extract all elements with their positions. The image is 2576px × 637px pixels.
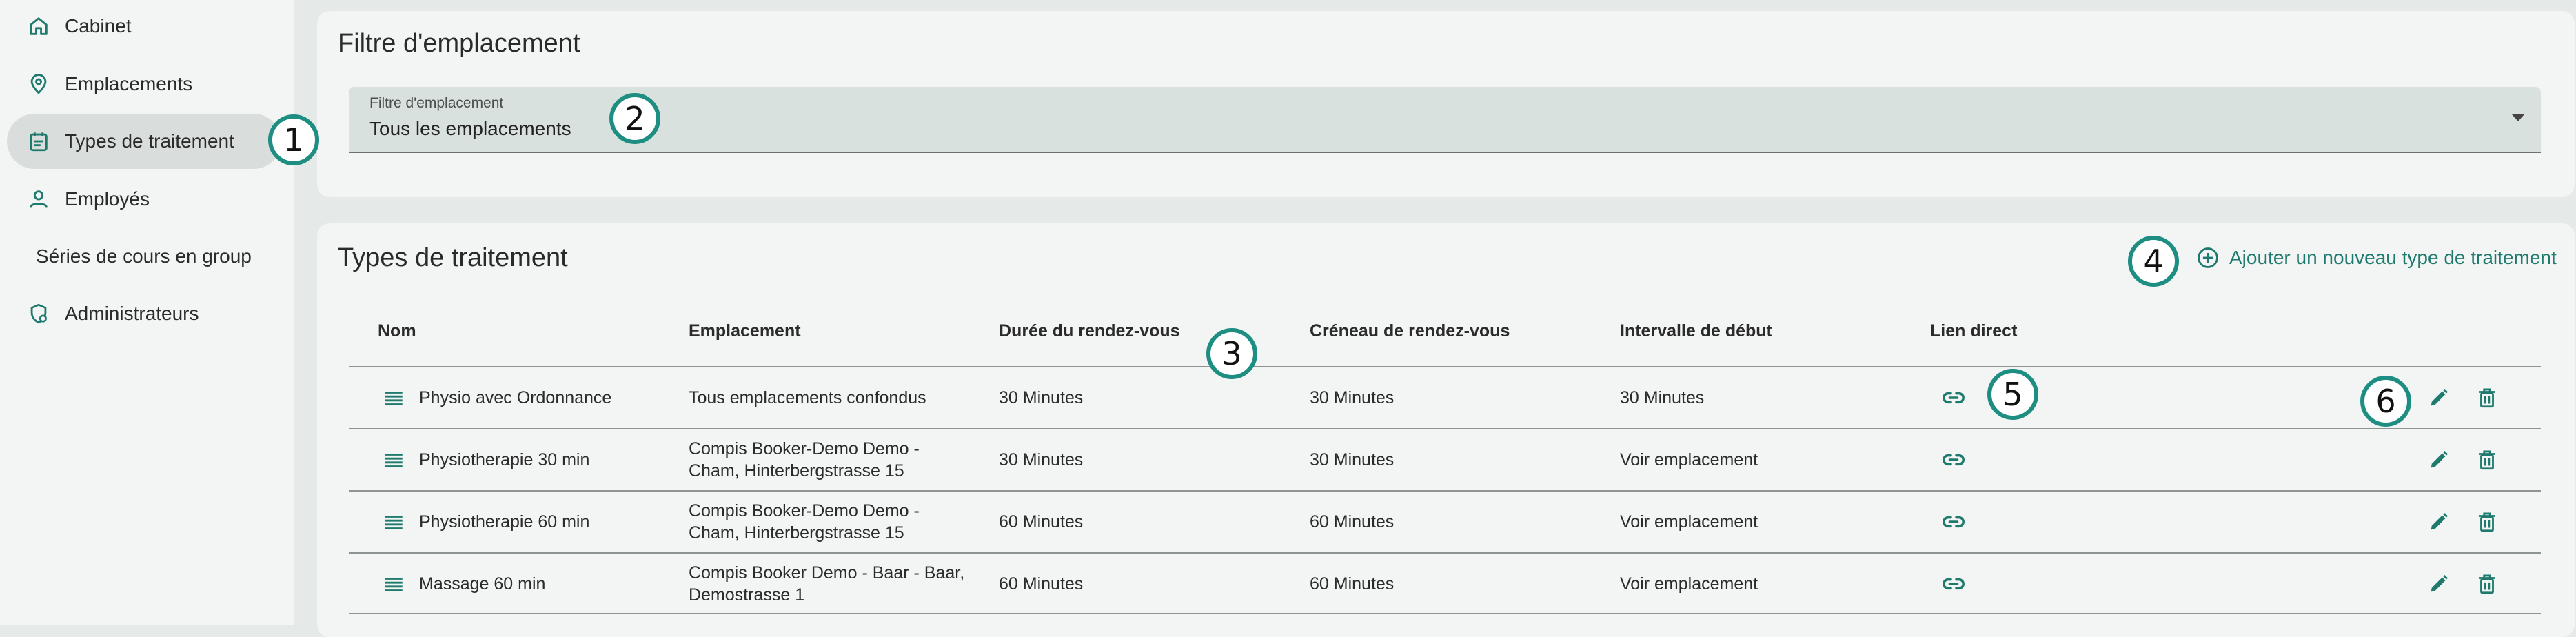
column-header-creneau: Créneau de rendez-vous xyxy=(1310,321,1510,341)
plus-circle-icon xyxy=(2196,246,2220,270)
home-icon xyxy=(26,14,51,39)
treatment-types-title: Types de traitement xyxy=(338,243,568,272)
cell-duration: 60 Minutes xyxy=(999,574,1084,594)
annotation-badge-2: 2 xyxy=(609,93,660,144)
select-label: Filtre d'emplacement xyxy=(369,95,504,111)
sidebar-item-types-de-traitement[interactable]: Types de traitement xyxy=(7,114,281,169)
location-filter-select[interactable]: Filtre d'emplacement Tous les emplacemen… xyxy=(349,87,2541,153)
table-row: Physiotherapie 30 min Compis Booker-Demo… xyxy=(349,428,2541,490)
drag-handle-icon[interactable] xyxy=(382,511,405,534)
link-icon[interactable] xyxy=(1940,508,1967,536)
edit-icon[interactable] xyxy=(2425,446,2453,474)
cell-interval: 30 Minutes xyxy=(1620,388,1705,407)
dropdown-arrow-icon xyxy=(2512,114,2524,121)
filter-card-title: Filtre d'emplacement xyxy=(338,29,580,58)
cell-name: Physiotherapie 60 min xyxy=(419,512,590,532)
cell-duration: 30 Minutes xyxy=(999,388,1084,407)
cell-location: Tous emplacements confondus xyxy=(689,388,926,407)
annotation-badge-5: 5 xyxy=(1987,369,2038,420)
edit-icon[interactable] xyxy=(2425,384,2453,412)
sidebar: Cabinet Emplacements Types de traitement… xyxy=(0,0,294,625)
annotation-badge-3: 3 xyxy=(1206,328,1257,379)
edit-icon[interactable] xyxy=(2425,570,2453,598)
annotation-badge-6: 6 xyxy=(2360,376,2411,427)
drag-handle-icon[interactable] xyxy=(382,387,405,410)
column-header-lien-direct: Lien direct xyxy=(1930,321,2018,341)
sidebar-item-label: Employés xyxy=(65,188,150,210)
cell-location: Compis Booker Demo - Baar - Baar, Demost… xyxy=(689,563,965,605)
table-row: Physio avec Ordonnance Tous emplacements… xyxy=(349,366,2541,428)
delete-icon[interactable] xyxy=(2473,508,2501,536)
cell-name: Physiotherapie 30 min xyxy=(419,450,590,469)
drag-handle-icon[interactable] xyxy=(382,449,405,472)
annotation-badge-1: 1 xyxy=(268,114,319,165)
table-row: Massage 60 min Compis Booker Demo - Baar… xyxy=(349,552,2541,614)
sidebar-item-administrateurs[interactable]: Administrateurs xyxy=(7,286,281,341)
column-header-duree: Durée du rendez-vous xyxy=(999,321,1180,341)
cell-duration: 60 Minutes xyxy=(999,512,1084,532)
sidebar-item-employes[interactable]: Employés xyxy=(7,172,281,227)
sidebar-item-emplacements[interactable]: Emplacements xyxy=(7,57,281,112)
cell-slot: 30 Minutes xyxy=(1310,450,1395,469)
cell-name: Massage 60 min xyxy=(419,574,546,594)
sidebar-item-label: Cabinet xyxy=(65,15,132,37)
cell-location: Compis Booker-Demo Demo - Cham, Hinterbe… xyxy=(689,501,920,543)
cell-slot: 60 Minutes xyxy=(1310,574,1395,594)
sidebar-item-label: Emplacements xyxy=(65,73,193,94)
column-header-intervalle: Intervalle de début xyxy=(1620,321,1772,341)
cell-slot: 60 Minutes xyxy=(1310,512,1395,532)
cell-location: Compis Booker-Demo Demo - Cham, Hinterbe… xyxy=(689,439,920,481)
table-row: Physiotherapie 60 min Compis Booker-Demo… xyxy=(349,490,2541,552)
link-icon[interactable] xyxy=(1940,570,1967,598)
cell-interval: Voir emplacement xyxy=(1620,450,1758,469)
sidebar-item-label: Administrateurs xyxy=(65,303,199,324)
admin-shield-icon xyxy=(26,301,51,326)
cell-interval: Voir emplacement xyxy=(1620,512,1758,532)
sidebar-item-series-de-cours[interactable]: Séries de cours en group xyxy=(7,229,281,284)
cell-duration: 30 Minutes xyxy=(999,450,1084,469)
person-icon xyxy=(26,187,51,212)
annotation-badge-4: 4 xyxy=(2128,236,2179,287)
drag-handle-icon[interactable] xyxy=(382,573,405,596)
location-pin-icon xyxy=(26,72,51,97)
link-icon[interactable] xyxy=(1940,384,1967,412)
link-icon[interactable] xyxy=(1940,446,1967,474)
cell-name: Physio avec Ordonnance xyxy=(419,388,612,407)
select-value: Tous les emplacements xyxy=(369,118,571,139)
edit-icon[interactable] xyxy=(2425,508,2453,536)
column-header-emplacement: Emplacement xyxy=(689,321,801,341)
cell-interval: Voir emplacement xyxy=(1620,574,1758,594)
add-treatment-type-button[interactable]: Ajouter un nouveau type de traitement xyxy=(2196,243,2557,273)
delete-icon[interactable] xyxy=(2473,570,2501,598)
add-link-label: Ajouter un nouveau type de traitement xyxy=(2229,247,2557,268)
column-header-nom: Nom xyxy=(378,321,416,341)
delete-icon[interactable] xyxy=(2473,446,2501,474)
sidebar-item-label: Types de traitement xyxy=(65,130,234,152)
cell-slot: 30 Minutes xyxy=(1310,388,1395,407)
sidebar-item-cabinet[interactable]: Cabinet xyxy=(7,0,281,54)
sidebar-item-label: Séries de cours en group xyxy=(36,245,252,267)
calendar-list-icon xyxy=(26,129,51,154)
delete-icon[interactable] xyxy=(2473,384,2501,412)
